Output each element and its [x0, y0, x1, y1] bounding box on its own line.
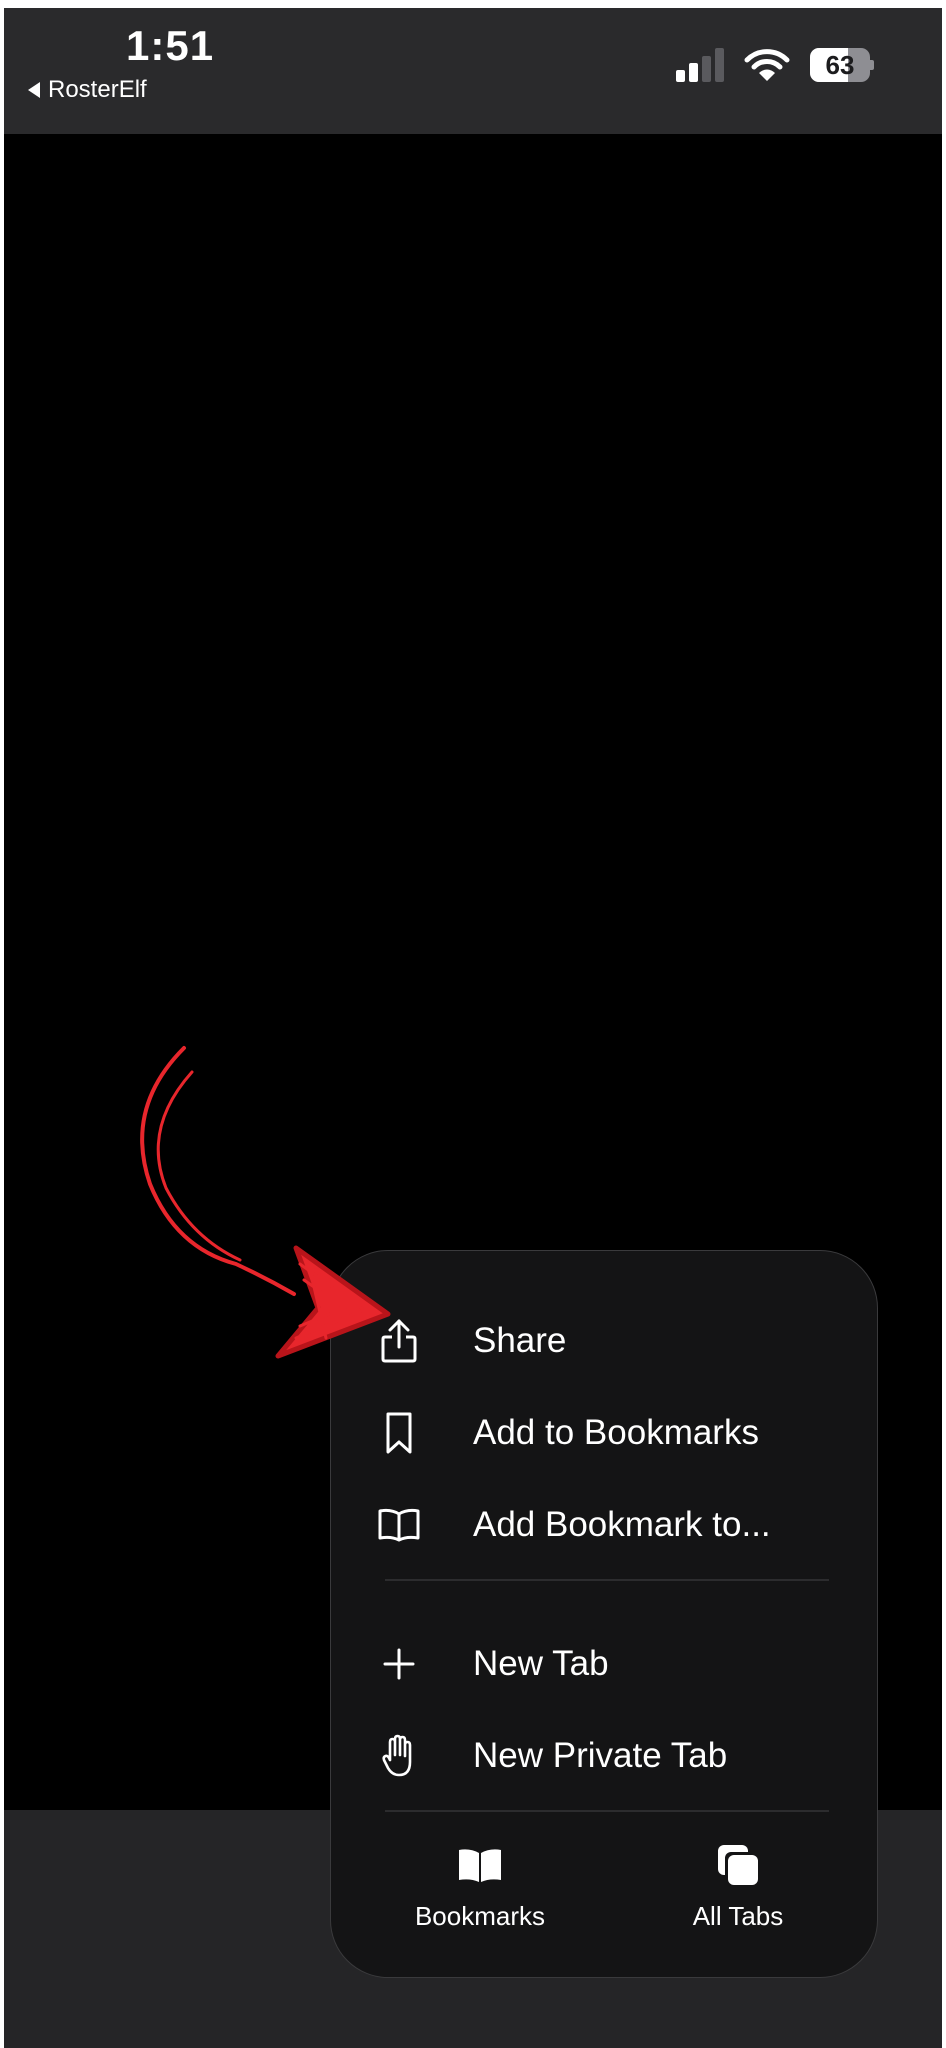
menu-divider [385, 1579, 829, 1581]
bookmarks-label: Bookmarks [414, 1901, 546, 1931]
share-icon [375, 1317, 423, 1365]
status-bar: 1:51 RosterElf 63 [4, 8, 942, 134]
tabs-stack-icon [713, 1843, 763, 1887]
menu-item-add-bookmark-to[interactable]: Add Bookmark to... [331, 1485, 877, 1565]
menu-item-label: Add Bookmark to... [473, 1505, 771, 1544]
menu-item-label: Add to Bookmarks [473, 1413, 759, 1452]
back-triangle-icon [28, 82, 40, 98]
battery-indicator: 63 [810, 48, 874, 82]
bookmarks-book-icon [455, 1843, 505, 1887]
menu-divider [385, 1810, 829, 1812]
menu-item-label: New Private Tab [473, 1736, 728, 1775]
all-tabs-button[interactable]: All Tabs [638, 1843, 838, 1953]
back-to-app-link[interactable]: RosterElf [28, 76, 147, 104]
bookmark-icon [375, 1409, 423, 1457]
status-time: 1:51 [126, 22, 215, 69]
phone-screen: 1:51 RosterElf 63 Share Add to Bookmarks… [4, 8, 942, 2048]
menu-item-label: New Tab [473, 1644, 609, 1683]
back-app-label: RosterElf [48, 76, 147, 103]
wifi-icon [744, 49, 790, 81]
cellular-signal-icon [676, 48, 724, 82]
menu-item-label: Share [473, 1321, 567, 1360]
menu-item-new-tab[interactable]: New Tab [331, 1624, 877, 1704]
menu-item-share[interactable]: Share [331, 1301, 877, 1381]
browser-actions-menu: Share Add to Bookmarks Add Bookmark to..… [330, 1250, 878, 1978]
plus-icon [375, 1640, 423, 1688]
book-open-icon [375, 1501, 423, 1549]
menu-item-new-private-tab[interactable]: New Private Tab [331, 1716, 877, 1796]
menu-item-add-to-bookmarks[interactable]: Add to Bookmarks [331, 1393, 877, 1473]
bookmarks-button[interactable]: Bookmarks [380, 1843, 580, 1953]
battery-percent: 63 [825, 50, 855, 80]
hand-icon [375, 1732, 423, 1780]
status-indicators: 63 [676, 48, 874, 82]
all-tabs-label: All Tabs [692, 1901, 784, 1931]
